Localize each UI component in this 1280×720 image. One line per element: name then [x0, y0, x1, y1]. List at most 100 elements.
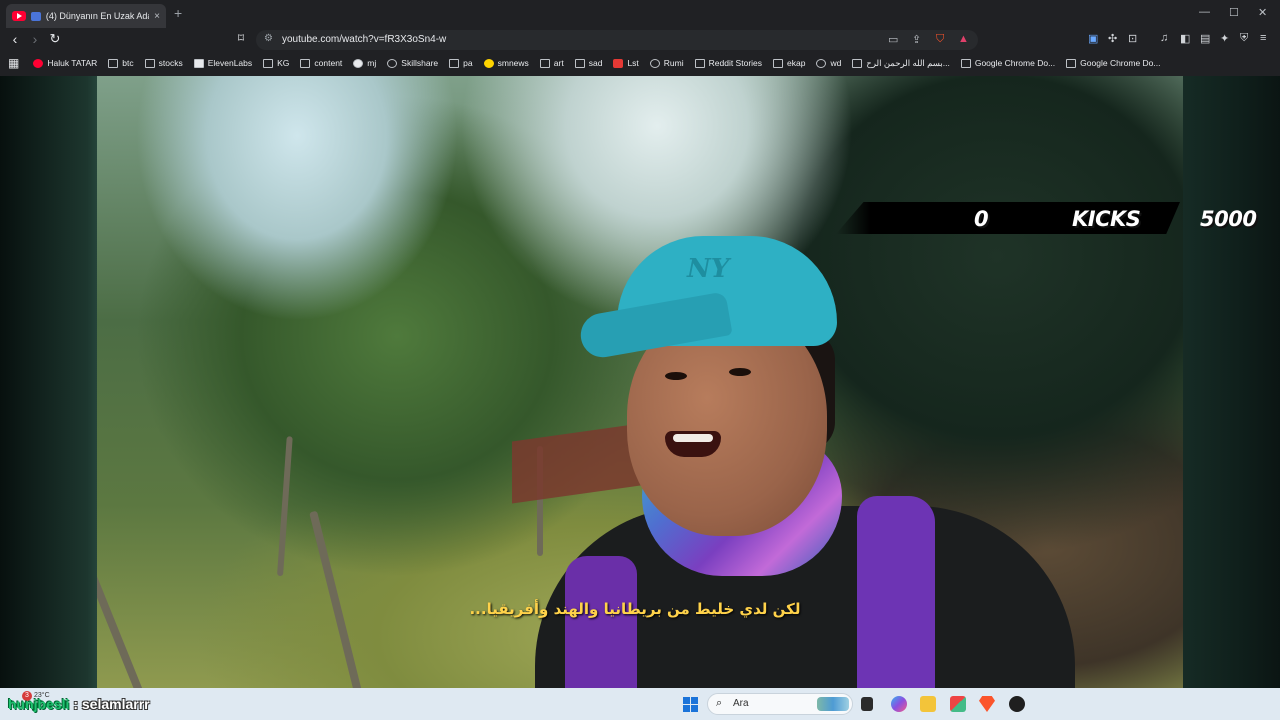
cast-icon[interactable]: ▭	[888, 33, 898, 46]
bookmark-item[interactable]: KG	[263, 58, 289, 68]
leo-ai-icon[interactable]: ✦	[1220, 32, 1229, 45]
media-icon[interactable]: ♫	[1160, 32, 1168, 44]
book-icon	[852, 58, 863, 68]
url-text[interactable]: youtube.com/watch?v=fR3X3oSn4-w	[282, 34, 446, 45]
backpack-strap-right	[857, 496, 935, 688]
vpn-icon[interactable]: ⛨	[1240, 32, 1248, 45]
site-info-icon[interactable]: ⚙	[264, 33, 273, 44]
bookmark-label: Haluk TATAR	[47, 58, 98, 68]
bookmark-item[interactable]: content	[300, 58, 342, 68]
person-eye	[665, 372, 687, 380]
snipping-tool-icon[interactable]	[950, 696, 966, 712]
share-icon[interactable]: ⇪	[912, 33, 921, 46]
bookmark-item[interactable]: Haluk TATAR	[33, 58, 97, 68]
reload-button[interactable]: ↻	[46, 31, 64, 47]
bookmark-label: بسم الله الرحمن الرح...	[866, 57, 950, 68]
brave-shields-icon[interactable]: ⛉	[936, 33, 944, 46]
taskbar-search[interactable]: ⌕ Ara	[707, 693, 853, 715]
extensions-puzzle-icon[interactable]: ✣	[1108, 32, 1117, 45]
tab-close-icon[interactable]: ×	[154, 11, 160, 22]
bookmark-label: btc	[122, 58, 134, 68]
search-placeholder: Ara	[733, 698, 749, 709]
bookmark-item[interactable]: Reddit Stories	[694, 58, 762, 68]
folder-icon	[144, 58, 155, 68]
screenshot-icon[interactable]: ⊡	[1128, 32, 1137, 45]
bookmark-label: Skillshare	[401, 58, 439, 68]
maximize-button[interactable]: ☐	[1229, 6, 1239, 19]
copilot-icon[interactable]	[891, 696, 907, 712]
sidebar-icon[interactable]: ◧	[1180, 32, 1190, 45]
new-tab-button[interactable]: +	[174, 5, 182, 21]
bookmark-item[interactable]: sad	[574, 58, 602, 68]
video-player[interactable]: NY	[97, 76, 1183, 688]
bookmark-item[interactable]: stocks	[144, 58, 183, 68]
slash-icon	[574, 58, 585, 68]
ambient-left	[0, 76, 97, 688]
folder-icon	[263, 58, 274, 68]
folder-icon	[300, 58, 311, 68]
elevenlabs-icon	[193, 58, 204, 68]
score-left: 0	[974, 207, 989, 231]
file-explorer-icon[interactable]	[920, 696, 936, 712]
wallet-icon[interactable]: ▤	[1200, 32, 1210, 45]
bookmark-label: content	[314, 58, 343, 68]
bookmark-label: smnews	[497, 58, 529, 68]
globe-icon	[649, 58, 660, 68]
bookmark-label: Lst	[627, 58, 639, 68]
bookmark-item[interactable]: wd	[816, 58, 841, 68]
tab-youtube[interactable]: (4) Dünyanın En Uzak Adasına ×	[6, 4, 166, 28]
folder-icon	[539, 58, 550, 68]
menu-icon[interactable]: ≡	[1260, 32, 1266, 44]
minimize-button[interactable]: —	[1199, 6, 1210, 18]
bookmark-icon[interactable]: ⌑	[232, 31, 250, 45]
extension-icon[interactable]: ▣	[1088, 32, 1098, 45]
bookmark-item[interactable]: بسم الله الرحمن الرح...	[852, 58, 950, 69]
back-button[interactable]: ‹	[6, 31, 24, 47]
video-viewport: NY 0 KICKS 5000 لكن لدي خليط من بريطانيا…	[0, 76, 1280, 688]
bookmark-item[interactable]: mj	[353, 58, 376, 68]
globe-icon	[816, 58, 827, 68]
bird-icon	[773, 58, 784, 68]
tab-group-icon	[30, 11, 41, 21]
bookmark-label: stocks	[158, 58, 183, 68]
bookmark-item[interactable]: smnews	[483, 58, 529, 68]
folder-icon	[1066, 58, 1077, 68]
bookmark-item[interactable]: Rumi	[649, 58, 684, 68]
bookmark-item[interactable]: Lst	[613, 58, 639, 68]
tab-strip: (4) Dünyanın En Uzak Adasına × + — ☐ ✕	[0, 0, 1280, 28]
bookmark-label: ElevenLabs	[207, 58, 253, 68]
stream-chat-overlay: hunjbesli : selamlarrr	[8, 696, 150, 712]
bookmark-item[interactable]: Google Chrome Do...	[960, 58, 1056, 68]
s-logo-icon	[613, 58, 624, 68]
bookmark-label: KG	[277, 58, 290, 68]
folder-icon	[449, 58, 460, 68]
obs-icon[interactable]	[1009, 696, 1025, 712]
bookmark-item[interactable]: Skillshare	[387, 58, 438, 68]
task-view-icon[interactable]	[861, 697, 873, 711]
bookmark-label: Google Chrome Do...	[974, 58, 1056, 68]
bookmarks-bar: ▦ Haluk TATAR btc stocks ElevenLabs KG conten…	[0, 52, 1280, 74]
ambient-right	[1183, 76, 1280, 688]
youtube-icon	[12, 11, 26, 21]
search-highlight-icon	[817, 697, 849, 711]
skillshare-icon	[387, 58, 398, 68]
forward-button[interactable]: ›	[26, 31, 44, 47]
rewards-icon[interactable]: ▲	[958, 33, 969, 45]
close-window-button[interactable]: ✕	[1258, 6, 1267, 19]
bookmark-item[interactable]: ElevenLabs	[193, 58, 253, 68]
apps-grid-icon[interactable]: ▦	[8, 56, 19, 70]
windows-start-icon[interactable]	[683, 697, 698, 712]
tab-title: (4) Dünyanın En Uzak Adasına	[45, 11, 149, 21]
bookmark-label: ekap	[787, 58, 806, 68]
folder-icon	[960, 58, 971, 68]
score-label: KICKS	[1072, 207, 1141, 231]
bookmark-item[interactable]: btc	[108, 58, 134, 68]
bookmark-item[interactable]: pa	[449, 58, 473, 68]
address-bar[interactable]: ⚙ youtube.com/watch?v=fR3X3oSn4-w ▭ ⇪ ⛉ …	[256, 30, 978, 50]
bookmark-item[interactable]: Google Chrome Do...	[1066, 58, 1161, 68]
windows-taskbar	[0, 688, 1280, 720]
search-icon: ⌕	[716, 697, 723, 709]
bookmark-item[interactable]: art	[539, 58, 564, 68]
bookmark-label: mj	[367, 58, 377, 68]
bookmark-item[interactable]: ekap	[773, 58, 805, 68]
